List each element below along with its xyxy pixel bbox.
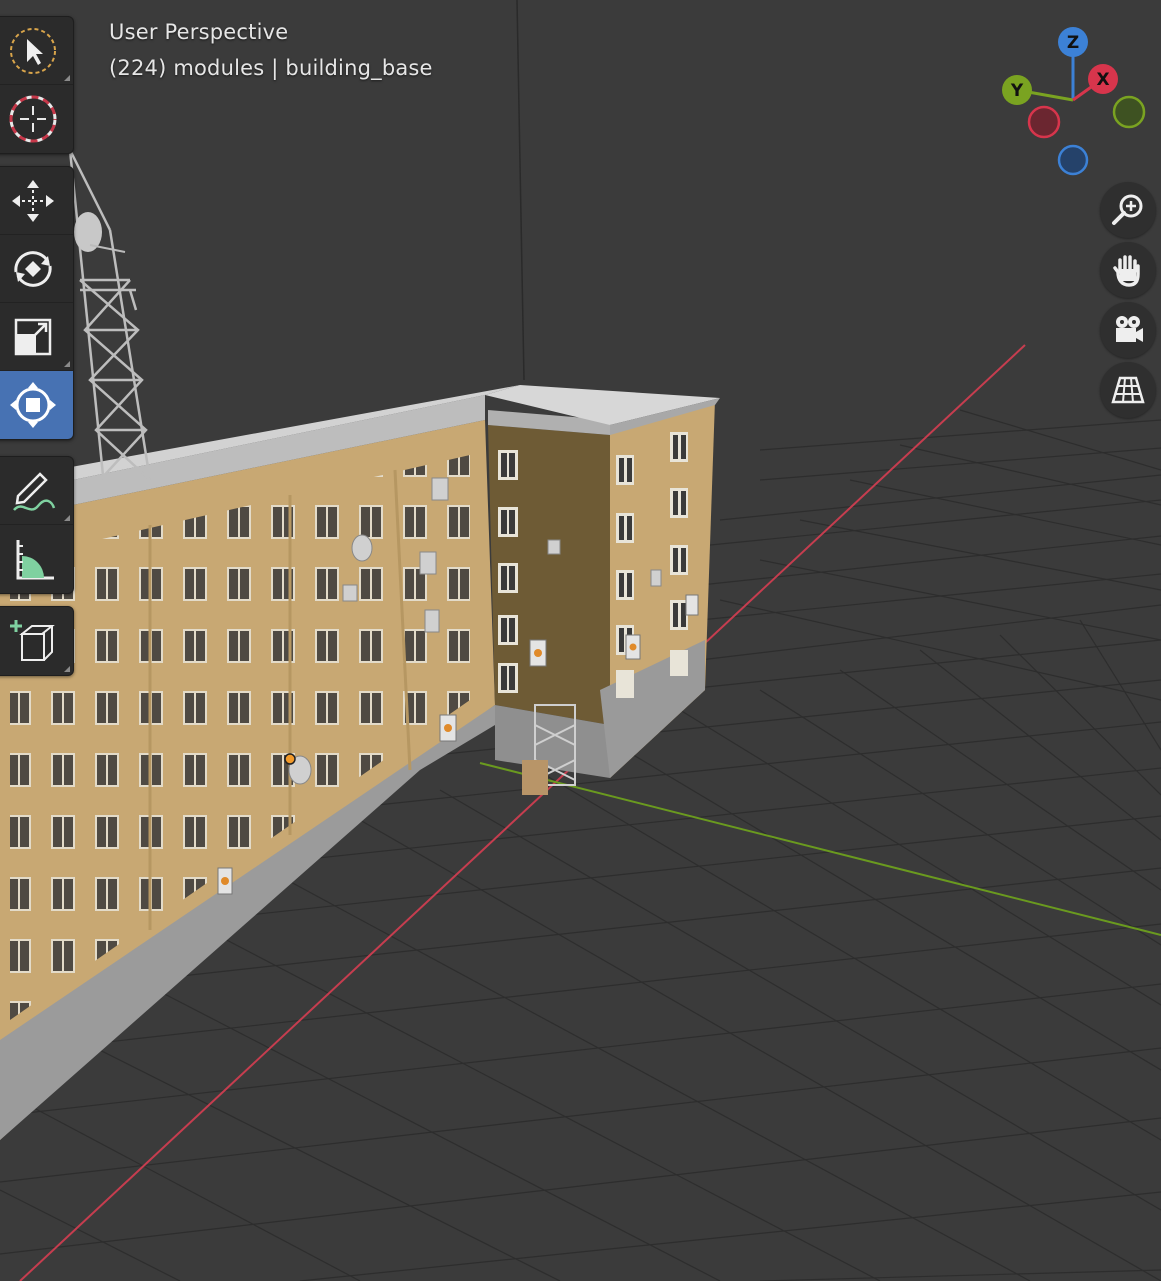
gizmo-x-label: X <box>1096 70 1109 90</box>
hand-icon <box>1113 255 1140 287</box>
gizmo-z-label: Z <box>1067 33 1079 53</box>
zoom-in-icon <box>1112 194 1143 225</box>
object-origin-point <box>284 753 296 765</box>
annotate-tool[interactable] <box>0 457 73 525</box>
measure-tool[interactable] <box>0 525 73 593</box>
3d-viewport[interactable] <box>0 0 1161 1281</box>
rotate-tool[interactable] <box>0 235 73 303</box>
add-cube-tool[interactable] <box>0 607 73 675</box>
camera-icon <box>1116 316 1143 342</box>
scale-icon <box>14 318 52 355</box>
toolbar-group-add <box>0 606 74 676</box>
move-tool[interactable] <box>0 167 73 235</box>
axis-gizmo-icon: Z Y X <box>1002 27 1146 176</box>
rotate-icon <box>14 250 52 287</box>
navigation-gizmo[interactable]: Z Y X <box>995 25 1155 185</box>
cursor-tool[interactable] <box>0 85 73 153</box>
scale-tool[interactable] <box>0 303 73 371</box>
measure-ruler-icon <box>16 540 54 580</box>
zoom-button[interactable] <box>1100 182 1156 238</box>
cursor-select-icon <box>10 27 56 74</box>
move-arrows-icon <box>12 179 54 222</box>
perspective-toggle-button[interactable] <box>1100 362 1156 418</box>
viewport-scene <box>0 0 1161 1281</box>
annotate-pencil-icon <box>13 471 56 511</box>
select-box-tool[interactable] <box>0 17 73 85</box>
grid-perspective-icon <box>1111 376 1145 404</box>
transform-tool[interactable] <box>0 371 73 439</box>
toolbar-group-select <box>0 16 74 154</box>
view-name-label: User Perspective <box>109 20 289 44</box>
view-context-label: (224) modules | building_base <box>109 56 433 80</box>
toolbar-group-annotate <box>0 456 74 594</box>
3d-cursor-icon <box>9 95 57 143</box>
pan-button[interactable] <box>1100 242 1156 298</box>
toolbar-group-transform <box>0 166 74 440</box>
transform-icon <box>10 382 56 428</box>
add-cube-icon <box>10 620 55 661</box>
gizmo-y-label: Y <box>1010 81 1024 101</box>
camera-view-button[interactable] <box>1100 302 1156 358</box>
